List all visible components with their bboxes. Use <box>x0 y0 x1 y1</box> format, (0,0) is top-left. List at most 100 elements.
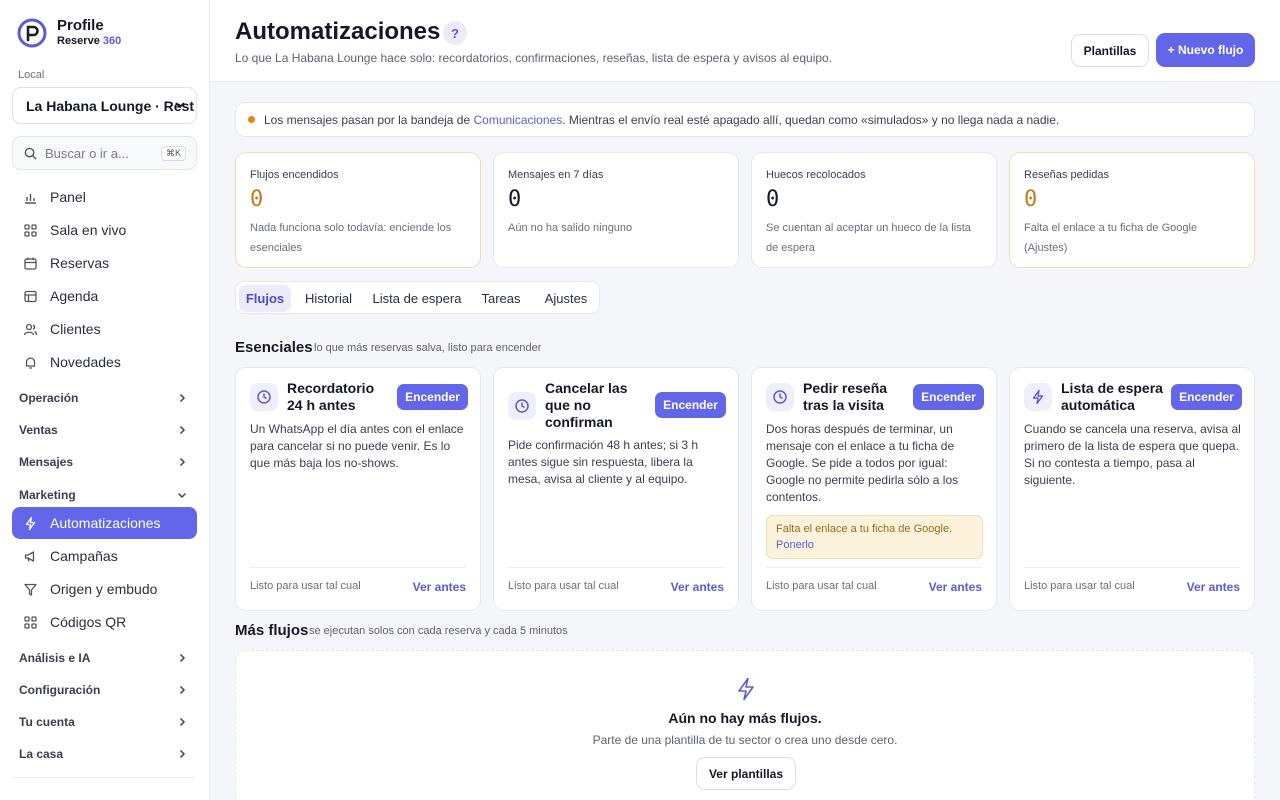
empty-title: Aún no hay más flujos. <box>668 710 822 726</box>
set-link-button[interactable]: Ponerlo <box>776 539 814 551</box>
card-footer: Listo para usar tal cual Ver antes <box>1024 567 1240 603</box>
nav-group-mensajes[interactable]: Mensajes <box>12 450 197 474</box>
stat-note: Falta el enlace a tu ficha de Google (Aj… <box>1024 222 1198 254</box>
enable-button[interactable]: Encender <box>397 384 468 410</box>
tab-historial[interactable]: Historial <box>297 285 360 312</box>
nav-group-label: Configuración <box>19 683 101 697</box>
nav-item-panel[interactable]: Panel <box>12 181 197 213</box>
nav-group-analisis[interactable]: Análisis e IA <box>12 646 197 670</box>
card-description: Pide confirmación 48 h antes; si 3 h ant… <box>508 438 699 486</box>
card-title: Pedir reseña tras la visita <box>803 380 888 413</box>
sidebar: Profile Reserve 360 Local La Habana Loun… <box>0 0 210 800</box>
local-label: Local <box>18 69 45 81</box>
help-button[interactable]: ? <box>443 21 467 45</box>
preview-link[interactable]: Ver antes <box>1187 580 1240 594</box>
brand-logo[interactable]: Profile Reserve 360 <box>17 17 121 48</box>
clock-icon <box>766 383 794 411</box>
nav-item-origen[interactable]: Origen y embudo <box>12 573 197 605</box>
chevron-right-icon <box>179 717 186 727</box>
nav-group-label: Operación <box>19 391 79 405</box>
search-icon <box>24 147 37 160</box>
tab-lista-espera[interactable]: Lista de espera <box>369 285 465 312</box>
card-status: Listo para usar tal cual <box>508 580 619 592</box>
stat-label: Flujos encendidos <box>250 169 339 181</box>
preview-link[interactable]: Ver antes <box>929 580 982 594</box>
enable-button[interactable]: Encender <box>913 384 984 410</box>
nav-item-agenda[interactable]: Agenda <box>12 280 197 312</box>
nav-item-campanas[interactable]: Campañas <box>12 540 197 572</box>
card-title: Cancelar las que no confirman <box>545 380 628 430</box>
chevron-right-icon <box>179 749 186 759</box>
nav-label: Reservas <box>50 255 110 271</box>
local-select[interactable]: La Habana Lounge · Rest <box>12 87 197 124</box>
enable-button[interactable]: Encender <box>655 392 726 418</box>
brand-sub: Reserve 360 <box>57 35 122 47</box>
stat-label: Mensajes en 7 días <box>508 169 604 181</box>
clock-icon <box>250 383 278 411</box>
templates-button[interactable]: Plantillas <box>1071 34 1149 67</box>
nav-group-operacion[interactable]: Operación <box>12 386 197 410</box>
flow-card-review: Pedir reseña tras la visita Encender Dos… <box>751 367 997 611</box>
nav-group-configuracion[interactable]: Configuración <box>12 678 197 702</box>
users-icon <box>23 323 38 335</box>
stat-label: Huecos recolocados <box>766 169 866 181</box>
flow-card-waitlist: Lista de espera automática Encender Cuan… <box>1009 367 1255 611</box>
bell-icon <box>25 356 36 369</box>
tab-ajustes[interactable]: Ajustes <box>537 285 595 312</box>
nav-item-novedades[interactable]: Novedades <box>12 346 197 378</box>
bolt-icon <box>738 677 754 701</box>
stat-note: Nada funciona solo todavía: enciende los… <box>250 222 452 254</box>
tab-tareas[interactable]: Tareas <box>477 285 525 312</box>
stat-note: Aún no ha salido ninguno <box>508 222 633 234</box>
card-title: Lista de espera automática <box>1061 380 1163 413</box>
more-flows-subtitle: se ejecutan solos con cada reserva y cad… <box>309 625 568 637</box>
enable-button[interactable]: Encender <box>1171 384 1242 410</box>
nav-item-reservas[interactable]: Reservas <box>12 247 197 279</box>
preview-link[interactable]: Ver antes <box>413 580 466 594</box>
funnel-icon <box>24 583 37 596</box>
view-templates-button[interactable]: Ver plantillas <box>696 757 796 790</box>
nav-group-cuenta[interactable]: Tu cuenta <box>12 710 197 734</box>
preview-link[interactable]: Ver antes <box>671 580 724 594</box>
nav-group-label: Marketing <box>19 488 76 502</box>
search-input[interactable]: Buscar o ir a... ⌘K <box>12 136 197 170</box>
chevron-right-icon <box>179 393 186 403</box>
nav-item-sala[interactable]: Sala en vivo <box>12 214 197 246</box>
nav-label: Agenda <box>50 288 99 304</box>
local-value: La Habana Lounge · Rest <box>26 97 195 114</box>
chevron-right-icon <box>179 457 186 467</box>
table-icon <box>24 290 37 302</box>
stat-value: 0 <box>508 187 522 212</box>
nav-group-label: Tu cuenta <box>19 715 75 729</box>
card-description: Cuando se cancela una reserva, avisa al … <box>1024 422 1241 487</box>
page-header: Automatizaciones ? Lo que La Habana Loun… <box>210 0 1280 82</box>
nav-label: Campañas <box>50 548 118 564</box>
bolt-icon <box>1024 383 1052 411</box>
stat-card-slots: Huecos recolocados 0 Se cuentan al acept… <box>751 152 997 268</box>
stat-note: Se cuentan al aceptar un hueco de la lis… <box>766 222 971 254</box>
bolt-icon <box>25 516 36 530</box>
nav-group-ventas[interactable]: Ventas <box>12 418 197 442</box>
nav-item-automatizaciones[interactable]: Automatizaciones <box>12 507 197 539</box>
nav-item-clientes[interactable]: Clientes <box>12 313 197 345</box>
communications-link[interactable]: Comunicaciones <box>473 113 562 127</box>
grid-icon <box>24 223 37 237</box>
nav-label: Códigos QR <box>50 614 127 630</box>
card-footer: Listo para usar tal cual Ver antes <box>250 567 466 603</box>
warning-dot-icon <box>248 116 255 123</box>
nav-group-casa[interactable]: La casa <box>12 742 197 766</box>
nav-item-qr[interactable]: Códigos QR <box>12 606 197 638</box>
stat-label: Reseñas pedidas <box>1024 169 1110 181</box>
nav-group-label: Análisis e IA <box>19 651 91 665</box>
nav-group-marketing[interactable]: Marketing <box>12 483 197 507</box>
new-flow-button[interactable]: + Nuevo flujo <box>1156 33 1255 67</box>
chevron-down-icon <box>177 492 187 499</box>
tab-bar: Flujos Historial Lista de espera Tareas … <box>235 281 600 314</box>
megaphone-icon <box>24 550 35 562</box>
card-status: Listo para usar tal cual <box>1024 580 1135 592</box>
tab-flujos[interactable]: Flujos <box>239 285 291 312</box>
flow-card-cancel: Cancelar las que no confirman Encender P… <box>493 367 739 611</box>
search-placeholder: Buscar o ir a... <box>45 145 129 161</box>
card-footer: Listo para usar tal cual Ver antes <box>766 567 982 603</box>
card-status: Listo para usar tal cual <box>766 580 877 592</box>
